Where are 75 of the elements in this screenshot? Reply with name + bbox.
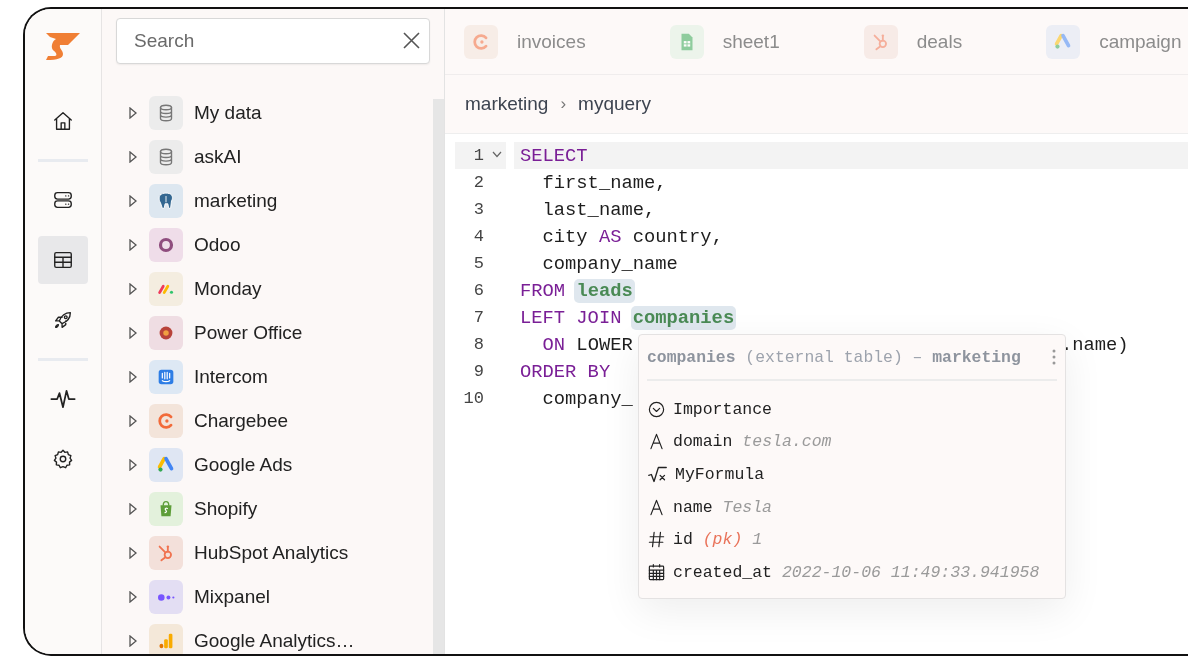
expand-caret-icon[interactable] (128, 547, 138, 559)
breadcrumb-item[interactable]: marketing (465, 93, 549, 115)
column-entry[interactable]: Importance (673, 399, 773, 419)
settings-icon (52, 448, 74, 470)
tree-item[interactable]: Mixpanel (194, 586, 271, 608)
column-entry[interactable]: domain tesla.com (673, 432, 832, 452)
code-text: .name) (1061, 333, 1129, 356)
search-field[interactable]: Search (116, 18, 430, 64)
line-number: 9 (473, 362, 484, 381)
letter-a-icon (647, 497, 666, 517)
tree-item[interactable]: Power Office (194, 322, 303, 344)
code-line: city AS country, (541, 225, 723, 248)
code-line: SELECT (520, 144, 588, 167)
server-icon (52, 189, 74, 211)
line-number: 2 (473, 173, 484, 192)
expand-caret-icon[interactable] (128, 635, 138, 647)
expand-caret-icon[interactable] (128, 239, 138, 251)
chevron-circle-icon (647, 399, 666, 419)
expand-caret-icon[interactable] (128, 151, 138, 163)
code-line: FROM leads (520, 279, 633, 302)
table-icon (52, 249, 74, 271)
expand-caret-icon[interactable] (128, 415, 138, 427)
rocket-icon (52, 309, 74, 331)
line-number: 5 (473, 254, 484, 273)
code-line: LEFT JOIN companies (520, 306, 735, 329)
column-entry[interactable]: MyFormula (675, 465, 765, 484)
column-entry[interactable]: id (pk) 1 (673, 530, 763, 550)
line-number: 8 (473, 335, 484, 354)
hash-icon (647, 530, 666, 550)
tree-item[interactable]: Monday (194, 278, 262, 300)
line-number: 6 (473, 281, 484, 300)
code-line: ORDER BY (520, 360, 611, 383)
expand-caret-icon[interactable] (128, 371, 138, 383)
breadcrumb-item[interactable]: myquery (578, 93, 651, 115)
tree-item[interactable]: Chargebee (194, 410, 289, 432)
line-number: 7 (473, 308, 484, 327)
code-line: company_name (541, 252, 678, 275)
square-root-icon (647, 464, 668, 485)
code-line: last_name, (541, 198, 656, 221)
dots-icon (157, 593, 175, 601)
tree-item[interactable]: HubSpot Analytics (194, 542, 349, 564)
nav-button[interactable] (38, 236, 88, 284)
expand-caret-icon[interactable] (128, 283, 138, 295)
letter-a-icon (647, 432, 666, 452)
tree-item[interactable]: My data (194, 102, 262, 124)
tree-item[interactable]: Odoo (194, 234, 241, 256)
scrollbar[interactable] (433, 99, 444, 654)
expand-caret-icon[interactable] (128, 195, 138, 207)
kebab-menu-icon[interactable] (1051, 348, 1057, 366)
line-number: 3 (473, 200, 484, 219)
tree-item[interactable]: Google Analytics… (194, 630, 355, 652)
tree-item[interactable]: Shopify (194, 498, 258, 520)
popup-title: companies (external table) – marketing (647, 347, 1021, 367)
column-entry[interactable]: name Tesla (673, 497, 773, 517)
fold-chevron-icon[interactable] (492, 151, 502, 158)
expand-caret-icon[interactable] (128, 503, 138, 515)
calendar-icon (647, 562, 666, 582)
column-entry[interactable]: created_at 2022-10-06 11:49:33.941958 (673, 562, 1040, 582)
tree-item[interactable]: Intercom (194, 366, 268, 388)
code-line: ON LOWER (541, 333, 633, 356)
line-number: 10 (463, 389, 484, 408)
code-line: first_name, (541, 171, 667, 194)
line-number: 4 (473, 227, 484, 246)
tree-item[interactable]: Google Ads (194, 454, 293, 476)
code-line: company_ (541, 387, 633, 410)
close-icon[interactable] (403, 32, 420, 49)
tree-item[interactable]: marketing (194, 190, 278, 212)
line-number: 1 (473, 146, 484, 165)
breadcrumb-separator: › (560, 94, 567, 114)
expand-caret-icon[interactable] (128, 591, 138, 603)
expand-caret-icon[interactable] (128, 107, 138, 119)
home-icon (52, 110, 74, 132)
tree-item[interactable]: askAI (194, 146, 242, 168)
expand-caret-icon[interactable] (128, 459, 138, 471)
expand-caret-icon[interactable] (128, 327, 138, 339)
